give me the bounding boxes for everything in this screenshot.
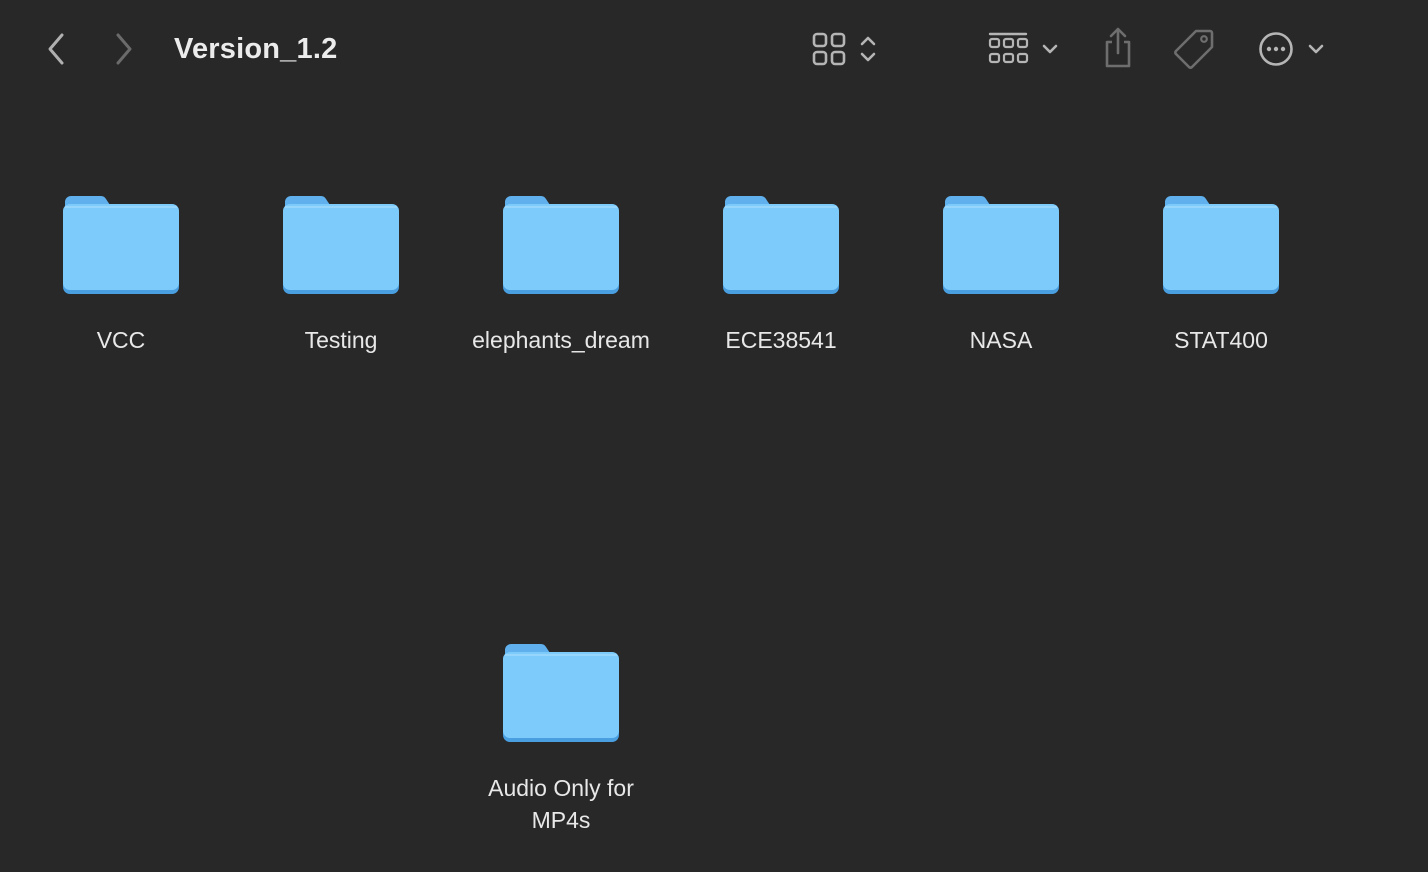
folder-label: NASA xyxy=(969,327,1033,353)
folder-icon xyxy=(943,196,1059,294)
chevron-left-icon xyxy=(48,33,64,65)
folder-label: VCC xyxy=(96,327,146,353)
group-by-button[interactable] xyxy=(984,28,1064,70)
folder-item-ece38541[interactable]: ECE38541 xyxy=(671,192,891,356)
folder-label: Testing xyxy=(304,327,378,353)
folder-icon xyxy=(283,196,399,294)
folder-icon xyxy=(503,196,619,294)
chevron-right-icon xyxy=(116,33,132,65)
tag-button[interactable] xyxy=(1170,26,1218,72)
icon-grid-view-icon xyxy=(812,32,876,66)
share-icon xyxy=(1105,27,1131,68)
window-title: Version_1.2 xyxy=(174,33,338,65)
folder-item-nasa[interactable]: NASA xyxy=(891,192,1111,356)
forward-button[interactable] xyxy=(104,28,144,70)
folder-item-stat400[interactable]: STAT400 xyxy=(1111,192,1331,356)
folder-item-testing[interactable]: Testing xyxy=(231,192,451,356)
folder-label: ECE38541 xyxy=(725,327,837,353)
share-button[interactable] xyxy=(1096,24,1140,72)
ellipsis-circle-icon xyxy=(1259,32,1324,66)
back-button[interactable] xyxy=(36,28,76,70)
folder-item-audio-only-for-mp4s[interactable]: Audio Only for MP4s xyxy=(451,640,671,836)
finder-window: Version_1.2 VCC Testing elephants_dream … xyxy=(0,0,1428,872)
tag-icon xyxy=(1174,29,1214,69)
folder-icon xyxy=(63,196,179,294)
folder-label: STAT400 xyxy=(1174,327,1268,353)
folder-item-elephants-dream[interactable]: elephants_dream xyxy=(451,192,671,356)
folder-icon xyxy=(503,644,619,742)
toolbar: Version_1.2 xyxy=(0,0,1428,100)
folder-icon xyxy=(1163,196,1279,294)
folder-label: Audio Only for MP4s xyxy=(488,775,634,833)
group-by-icon xyxy=(988,32,1058,64)
view-mode-button[interactable] xyxy=(808,28,884,70)
folder-icon xyxy=(723,196,839,294)
more-actions-button[interactable] xyxy=(1254,28,1334,70)
folder-item-vcc[interactable]: VCC xyxy=(11,192,231,356)
folder-label: elephants_dream xyxy=(472,327,650,353)
